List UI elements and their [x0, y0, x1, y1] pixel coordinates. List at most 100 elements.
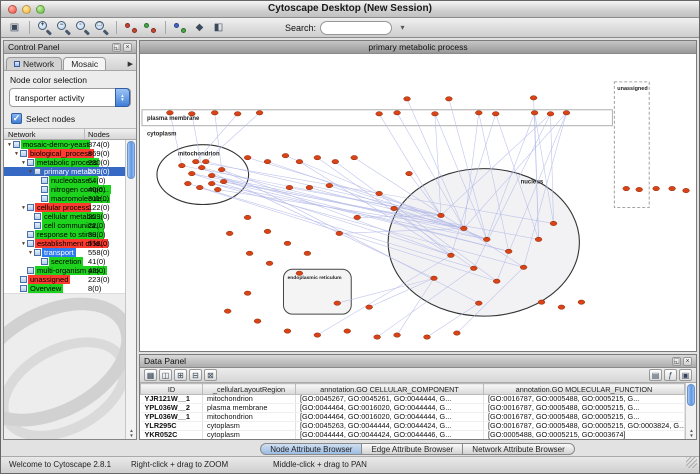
network-node[interactable]: [314, 333, 321, 337]
formula-icon[interactable]: ƒ: [664, 369, 677, 381]
tree-expand-icon[interactable]: ▼: [13, 151, 20, 157]
network-node[interactable]: [334, 301, 341, 305]
network-node[interactable]: [366, 305, 373, 309]
network-node[interactable]: [683, 188, 690, 192]
zoom-out-icon[interactable]: −: [55, 20, 72, 36]
window-close-button[interactable]: [8, 5, 17, 14]
network-canvas[interactable]: plasma membranecytoplasmmitochondrionnuc…: [140, 54, 696, 351]
network-node[interactable]: [184, 181, 191, 185]
tree-scrollbar-thumb[interactable]: [127, 141, 135, 179]
close-panel-icon[interactable]: ×: [683, 357, 692, 366]
network-node[interactable]: [432, 112, 439, 116]
network-node[interactable]: [531, 111, 538, 115]
network-node[interactable]: [558, 305, 565, 309]
network-node[interactable]: [336, 231, 343, 235]
resize-grip[interactable]: [686, 457, 697, 468]
network-node[interactable]: [326, 183, 333, 187]
network-node[interactable]: [266, 261, 273, 265]
window-zoom-button[interactable]: [36, 5, 45, 14]
tab-mosaic[interactable]: Mosaic: [63, 57, 106, 70]
delete-attribute-icon[interactable]: ⊟: [189, 369, 202, 381]
network-node[interactable]: [286, 185, 293, 189]
search-input[interactable]: [320, 21, 392, 35]
window-titlebar[interactable]: Cytoscape Desktop (New Session): [1, 1, 699, 18]
show-all-icon[interactable]: [142, 20, 159, 36]
network-node[interactable]: [493, 279, 500, 283]
network-node[interactable]: [234, 112, 241, 116]
network-node[interactable]: [578, 300, 585, 304]
network-node[interactable]: [376, 112, 383, 116]
copy-attribute-icon[interactable]: ◫: [159, 369, 172, 381]
network-node[interactable]: [198, 165, 205, 169]
annotation-icon[interactable]: ◆: [191, 20, 208, 36]
import-table-icon[interactable]: ▣: [679, 369, 692, 381]
network-node[interactable]: [192, 159, 199, 163]
vizmapper-icon[interactable]: ◧: [210, 20, 227, 36]
network-node[interactable]: [264, 159, 271, 163]
network-node[interactable]: [453, 331, 460, 335]
network-node[interactable]: [520, 265, 527, 269]
close-panel-icon[interactable]: ×: [123, 43, 132, 52]
tree-expand-icon[interactable]: ▼: [27, 169, 34, 175]
network-node[interactable]: [391, 206, 398, 210]
float-panel-icon[interactable]: ◱: [672, 357, 681, 366]
tree-expand-icon[interactable]: ▼: [20, 205, 27, 211]
network-node[interactable]: [438, 213, 445, 217]
network-node[interactable]: [492, 112, 499, 116]
network-node[interactable]: [475, 301, 482, 305]
tree-item-transport[interactable]: ▼transport558(0): [4, 248, 125, 257]
network-node[interactable]: [214, 187, 221, 191]
tree-item-establishment-of-lo[interactable]: ▼establishment of lo...558(0): [4, 239, 125, 248]
network-node[interactable]: [376, 191, 383, 195]
tree-item-secretion[interactable]: secretion41(0): [4, 257, 125, 266]
window-minimize-button[interactable]: [22, 5, 31, 14]
column-header-id[interactable]: ID: [141, 384, 203, 395]
tree-expand-icon[interactable]: ▼: [27, 250, 34, 256]
zoom-selected-icon[interactable]: ▫: [74, 20, 91, 36]
network-node[interactable]: [254, 319, 261, 323]
network-node[interactable]: [211, 111, 218, 115]
tree-item-nucleobase[interactable]: nucleobase...64(0): [4, 176, 125, 185]
network-node[interactable]: [188, 171, 195, 175]
column-header-cellularlayoutregion[interactable]: _cellularLayoutRegion: [203, 384, 296, 395]
network-node[interactable]: [208, 173, 215, 177]
network-node[interactable]: [256, 111, 263, 115]
zoom-in-icon[interactable]: +: [36, 20, 53, 36]
tree-item-overview[interactable]: Overview8(0): [4, 284, 125, 293]
network-node[interactable]: [394, 111, 401, 115]
network-node[interactable]: [406, 171, 413, 175]
network-node[interactable]: [530, 96, 537, 100]
network-node[interactable]: [284, 241, 291, 245]
network-node[interactable]: [538, 300, 545, 304]
table-scrollbar[interactable]: ▲▼: [685, 383, 696, 439]
network-node[interactable]: [304, 251, 311, 255]
column-header-annotation-go-molecular-function[interactable]: annotation.GO MOLECULAR_FUNCTION: [484, 384, 685, 395]
table-scrollbar-thumb[interactable]: [687, 384, 695, 406]
network-node[interactable]: [374, 335, 381, 339]
trash-icon[interactable]: ⊠: [204, 369, 217, 381]
tree-expand-icon[interactable]: ▼: [20, 241, 27, 247]
network-edge[interactable]: [215, 113, 222, 170]
network-node[interactable]: [178, 163, 185, 167]
network-node[interactable]: [354, 215, 361, 219]
tree-item-macromolecule[interactable]: macromolecule...311(0): [4, 194, 125, 203]
network-node[interactable]: [167, 111, 174, 115]
network-node[interactable]: [475, 111, 482, 115]
network-node[interactable]: [332, 159, 339, 163]
network-node[interactable]: [296, 271, 303, 275]
column-header-annotation-go-cellular-component[interactable]: annotation.GO CELLULAR_COMPONENT: [296, 384, 484, 395]
matrix-view-icon[interactable]: ▤: [649, 369, 662, 381]
tab-node-attribute-browser[interactable]: Node Attribute Browser: [260, 443, 362, 455]
table-scrollbar-arrows[interactable]: ▲▼: [686, 428, 696, 438]
network-edge[interactable]: [206, 113, 260, 162]
tree-item-response-to-stimu[interactable]: response to stimu...38(0): [4, 230, 125, 239]
network-node[interactable]: [460, 226, 467, 230]
tree-item-primary-metabo[interactable]: ▼primary metabo...209(0): [4, 167, 125, 176]
select-nodes-checkbox[interactable]: ✓: [11, 113, 22, 124]
tab-overflow-arrow-icon[interactable]: ▶: [128, 60, 136, 70]
float-panel-icon[interactable]: ◱: [112, 43, 121, 52]
network-node[interactable]: [314, 155, 321, 159]
network-node[interactable]: [244, 155, 251, 159]
tree-item-multi-organism-pro[interactable]: multi-organism pro...42(0): [4, 266, 125, 275]
network-node[interactable]: [244, 291, 251, 295]
